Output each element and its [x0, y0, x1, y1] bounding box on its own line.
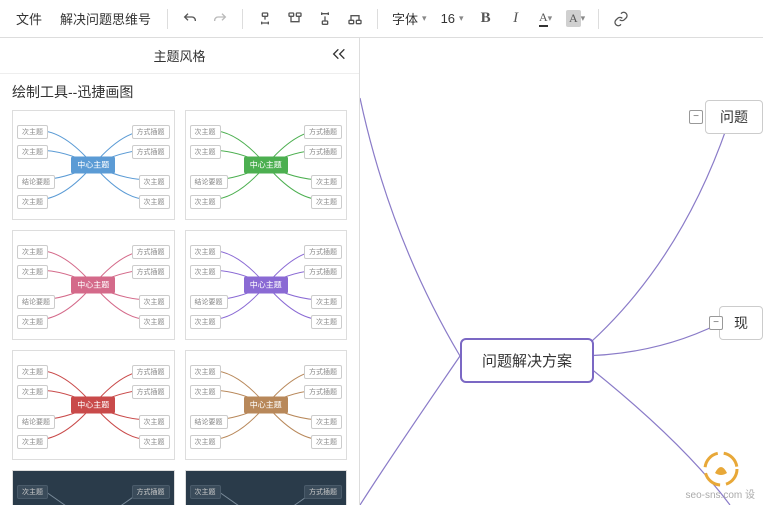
template-item[interactable]: 中心主题 次主题次主题结论要题次主题 方式插题方式插题次主题次主题 [12, 350, 175, 460]
node-collapse-toggle[interactable]: − [689, 110, 703, 124]
template-item[interactable]: 中心主题 次主题次主题结论要题次主题 方式插题方式插题次主题次主题 [12, 230, 175, 340]
template-item[interactable]: 中心主题 次主题次主题结论要题次主题 方式插题方式插题次主题次主题 [185, 350, 348, 460]
menu-file[interactable]: 文件 [8, 5, 50, 32]
undo-icon[interactable] [176, 5, 204, 33]
template-item[interactable]: 中心主题 次主题次主题结论要题次主题 方式插题方式插题次主题次主题 [185, 470, 348, 505]
template-item[interactable]: 中心主题 次主题次主题结论要题次主题 方式插题方式插题次主题次主题 [185, 230, 348, 340]
mindmap-node[interactable]: 问题 [705, 100, 763, 134]
sidebar: 主题风格 绘制工具--迅捷画图 中心主题 次主题次主题结论要题次主题 方式插题方… [0, 38, 360, 505]
collapse-sidebar-icon[interactable] [331, 46, 347, 65]
font-family-select[interactable]: 字体▾ [386, 7, 433, 30]
mindmap-node[interactable]: 现 [719, 306, 763, 340]
insert-child-icon[interactable] [251, 5, 279, 33]
insert-floating-icon[interactable] [341, 5, 369, 33]
node-collapse-toggle[interactable]: − [709, 316, 723, 330]
font-color-icon[interactable]: A▾ [532, 5, 560, 33]
insert-sibling-icon[interactable] [281, 5, 309, 33]
sidebar-tab-label[interactable]: 主题风格 [153, 46, 205, 65]
sidebar-title: 绘制工具--迅捷画图 [0, 74, 359, 106]
watermark-text: seo-sns.com 设 [686, 486, 755, 501]
mindmap-center-node[interactable]: 问题解决方案 [460, 338, 594, 383]
link-icon[interactable] [607, 5, 635, 33]
mindmap-canvas[interactable]: 问题解决方案 问题 − 现 − seo-sns.com 设 [360, 38, 763, 505]
template-grid: 中心主题 次主题次主题结论要题次主题 方式插题方式插题次主题次主题 中心主题 次… [0, 106, 359, 505]
toolbar: 文件 解决问题思维号 字体▾ 16▾ B I A▾ A▾ [0, 0, 763, 38]
italic-icon[interactable]: I [502, 5, 530, 33]
redo-icon[interactable] [206, 5, 234, 33]
highlight-color-icon[interactable]: A▾ [562, 5, 590, 33]
app-logo-icon [703, 451, 739, 487]
sidebar-tab-header: 主题风格 [0, 38, 359, 74]
template-item[interactable]: 中心主题 次主题次主题结论要题次主题 方式插题方式插题次主题次主题 [12, 110, 175, 220]
template-item[interactable]: 中心主题 次主题次主题结论要题次主题 方式插题方式插题次主题次主题 [185, 110, 348, 220]
template-item[interactable]: 中心主题 次主题次主题结论要题次主题 方式插题方式插题次主题次主题 [12, 470, 175, 505]
insert-parent-icon[interactable] [311, 5, 339, 33]
bold-icon[interactable]: B [472, 5, 500, 33]
doc-title[interactable]: 解决问题思维号 [52, 5, 159, 32]
font-size-select[interactable]: 16▾ [435, 9, 470, 28]
